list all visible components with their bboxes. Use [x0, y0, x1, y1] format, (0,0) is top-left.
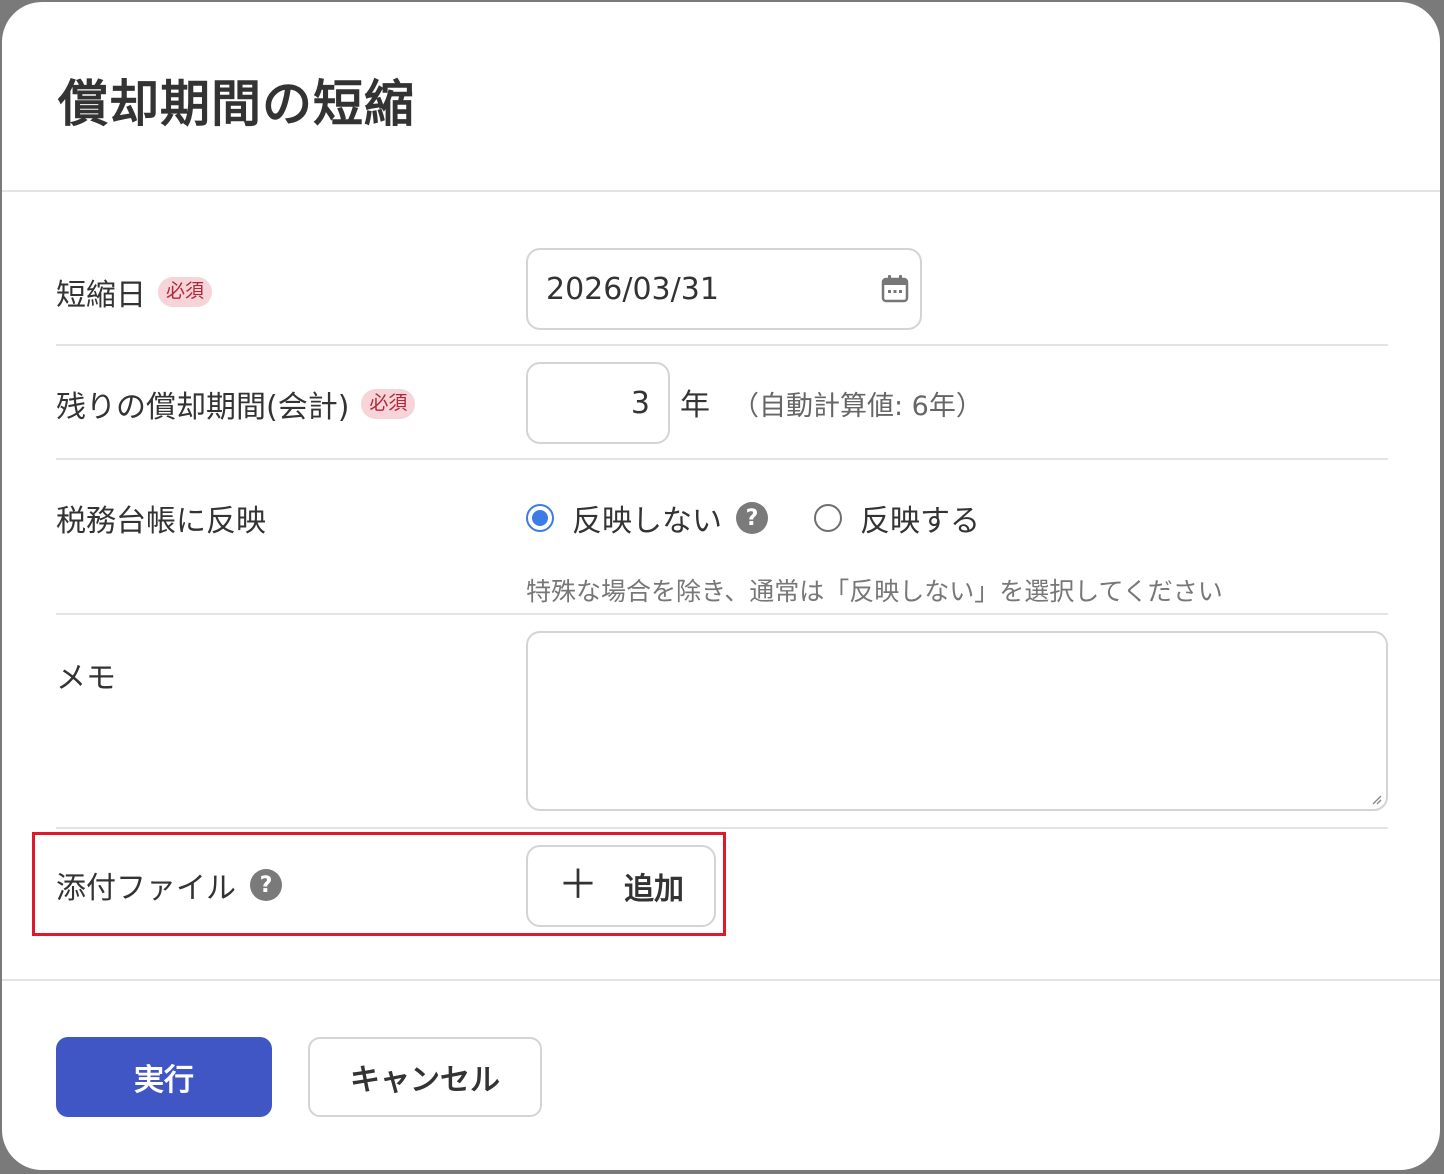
- modal-dialog: 償却期間の短縮 短縮日 必須 2026/03/31 残りの償却期間(会計) 必須…: [2, 2, 1440, 1170]
- row-attachments: 添付ファイル ? ＋ 追加: [56, 829, 1388, 979]
- attachments-label-text: 添付ファイル: [56, 871, 236, 906]
- remaining-period-label-text: 残りの償却期間(会計): [56, 390, 350, 425]
- add-attachment-label: 追加: [624, 872, 684, 907]
- cancel-button[interactable]: キャンセル: [308, 1037, 542, 1117]
- calendar-icon[interactable]: [880, 273, 910, 305]
- remaining-period-value: 3: [630, 385, 650, 421]
- required-badge: 必須: [158, 277, 213, 307]
- form: 短縮日 必須 2026/03/31 残りの償却期間(会計) 必須 3 年 （自動…: [56, 192, 1388, 979]
- modal-footer: 実行 キャンセル: [2, 979, 1440, 1170]
- attachments-label: 添付ファイル ?: [56, 863, 282, 907]
- memo-label-text: メモ: [56, 661, 116, 696]
- help-icon[interactable]: ?: [250, 869, 282, 901]
- resize-handle-icon[interactable]: [1370, 793, 1382, 805]
- remaining-period-input[interactable]: 3: [526, 362, 670, 444]
- remaining-period-unit: 年: [680, 388, 710, 423]
- memo-textarea[interactable]: [526, 631, 1388, 811]
- row-tax-ledger: 税務台帳に反映 反映しない ? 反映する 特殊な場合を除き、通常は「反映しない」…: [56, 460, 1388, 615]
- auto-calculated-note: （自動計算値: 6年）: [732, 391, 983, 422]
- shortening-date-label: 短縮日 必須: [56, 270, 213, 314]
- required-badge: 必須: [361, 389, 416, 419]
- memo-label: メモ: [56, 653, 116, 697]
- shortening-date-label-text: 短縮日: [56, 278, 146, 313]
- remaining-period-label: 残りの償却期間(会計) 必須: [56, 382, 416, 426]
- radio-label-no-reflect: 反映しない: [572, 504, 722, 539]
- row-shortening-date: 短縮日 必須 2026/03/31: [56, 192, 1388, 346]
- plus-icon: ＋: [558, 862, 598, 908]
- tax-ledger-radio-group: 反映しない ? 反映する: [526, 496, 980, 540]
- shortening-date-input[interactable]: 2026/03/31: [526, 248, 922, 330]
- help-icon[interactable]: ?: [736, 502, 768, 534]
- radio-option-no-reflect[interactable]: 反映しない ?: [526, 496, 768, 540]
- shortening-date-value: 2026/03/31: [546, 271, 719, 307]
- row-remaining-period: 残りの償却期間(会計) 必須 3 年 （自動計算値: 6年）: [56, 346, 1388, 460]
- radio-label-reflect: 反映する: [860, 504, 980, 539]
- modal-header: 償却期間の短縮: [2, 2, 1440, 192]
- dialog-title: 償却期間の短縮: [58, 75, 415, 133]
- radio-button-reflect[interactable]: [814, 504, 842, 532]
- execute-button[interactable]: 実行: [56, 1037, 272, 1117]
- add-attachment-button[interactable]: ＋ 追加: [526, 845, 716, 927]
- tax-ledger-label-text: 税務台帳に反映: [56, 504, 266, 539]
- radio-option-reflect[interactable]: 反映する: [814, 496, 980, 540]
- tax-ledger-label: 税務台帳に反映: [56, 496, 266, 540]
- row-memo: メモ: [56, 615, 1388, 829]
- radio-button-no-reflect[interactable]: [526, 504, 554, 532]
- tax-ledger-note: 特殊な場合を除き、通常は「反映しない」を選択してください: [526, 577, 1223, 606]
